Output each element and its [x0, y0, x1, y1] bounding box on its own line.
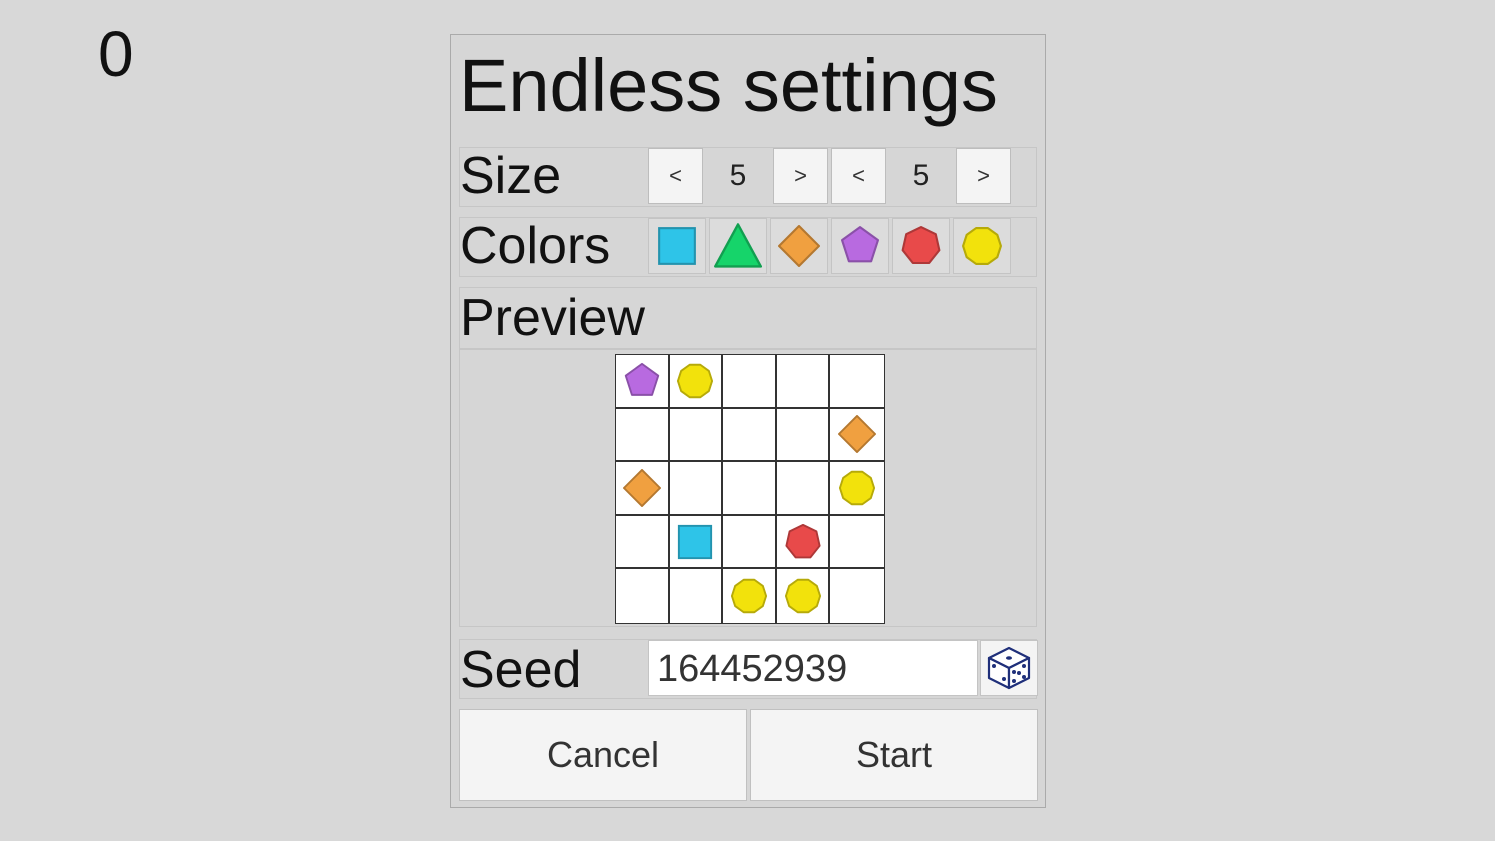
preview-cell — [776, 355, 831, 409]
diamond-icon — [622, 468, 661, 507]
dialog-title: Endless settings — [459, 44, 998, 127]
preview-cell — [669, 408, 724, 463]
preview-cell — [723, 462, 777, 516]
triangle-icon — [714, 223, 762, 268]
preview-cell — [723, 515, 777, 570]
endless-settings-dialog: Endless settings Size < 5 > < 5 > Colors… — [450, 34, 1046, 808]
preview-cell — [616, 355, 670, 409]
preview-cell — [616, 515, 670, 570]
color-swatch-circle[interactable] — [953, 218, 1011, 274]
score-counter: 0 — [98, 18, 134, 90]
color-swatch-triangle[interactable] — [709, 218, 767, 274]
preview-header: Preview — [459, 287, 1037, 349]
size-row: Size < 5 > < 5 > — [459, 147, 1037, 207]
preview-cell — [616, 408, 670, 463]
preview-cell — [776, 515, 831, 570]
preview-label: Preview — [460, 289, 645, 347]
circle-icon — [839, 470, 876, 506]
preview-cell — [670, 569, 724, 623]
height-increase-button[interactable]: > — [956, 148, 1011, 204]
preview-cell — [723, 408, 777, 463]
square-icon — [678, 524, 713, 559]
size-label: Size — [460, 147, 562, 205]
preview-cell — [776, 408, 831, 463]
preview-area — [459, 349, 1037, 627]
preview-cell — [776, 462, 831, 516]
seed-input[interactable]: 164452939 — [648, 640, 978, 696]
preview-grid — [615, 354, 885, 624]
seed-label: Seed — [460, 641, 582, 699]
preview-cell — [723, 569, 777, 623]
diamond-icon — [838, 415, 877, 454]
color-swatch-diamond[interactable] — [770, 218, 828, 274]
heptagon-icon — [901, 226, 941, 265]
width-increase-button[interactable]: > — [773, 148, 828, 204]
color-swatch-square[interactable] — [648, 218, 706, 274]
start-button[interactable]: Start — [750, 709, 1038, 801]
cancel-button[interactable]: Cancel — [459, 709, 747, 801]
color-swatch-heptagon[interactable] — [892, 218, 950, 274]
heptagon-icon — [785, 523, 821, 558]
colors-label: Colors — [460, 217, 611, 275]
width-decrease-button[interactable]: < — [648, 148, 703, 204]
preview-cell — [830, 409, 884, 463]
pentagon-icon — [624, 362, 659, 396]
seed-row: Seed 164452939 — [459, 639, 1038, 699]
circle-icon — [677, 363, 714, 398]
preview-cell — [669, 355, 724, 409]
preview-cell — [830, 462, 884, 516]
random-seed-button[interactable] — [980, 640, 1038, 696]
square-icon — [658, 227, 696, 265]
diamond-icon — [778, 225, 820, 267]
pentagon-icon — [840, 226, 880, 263]
preview-cell — [830, 569, 884, 623]
preview-cell — [777, 569, 831, 623]
circle-icon — [962, 226, 1002, 266]
color-swatch-pentagon[interactable] — [831, 218, 889, 274]
circle-icon — [730, 578, 768, 614]
height-decrease-button[interactable]: < — [831, 148, 886, 204]
width-value: 5 — [729, 159, 747, 192]
colors-row: Colors — [459, 217, 1037, 277]
preview-cell — [616, 569, 670, 623]
preview-cell — [669, 515, 724, 570]
preview-cell — [669, 462, 724, 516]
preview-cell — [616, 462, 670, 516]
dice-icon — [987, 646, 1031, 690]
circle-icon — [784, 578, 821, 614]
height-value: 5 — [912, 159, 930, 192]
preview-cell — [723, 355, 777, 409]
preview-cell — [830, 516, 884, 570]
preview-cell — [830, 355, 884, 409]
